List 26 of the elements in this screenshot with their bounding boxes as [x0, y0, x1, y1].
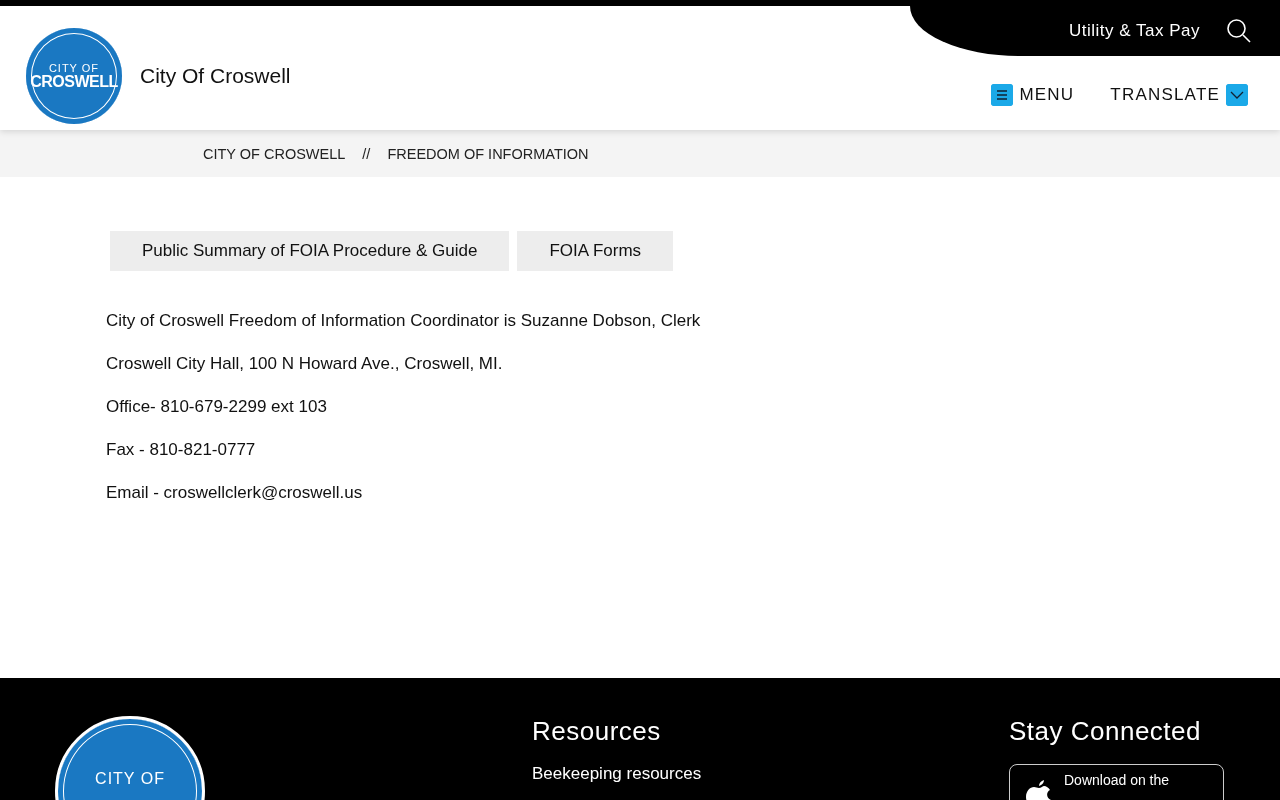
contact-paragraph: Office- 810-679-2299 ext 103 — [106, 396, 328, 418]
city-logo[interactable]: CITY OF CROSWELL — [26, 28, 122, 124]
logo-text: CITY OF — [48, 62, 100, 74]
logo-text: CROSWELL — [30, 73, 118, 90]
app-store-badge[interactable]: Download on the — [1009, 764, 1224, 800]
contact-paragraph: Croswell City Hall, 100 N Howard Ave., Croswell, MI. — [106, 353, 504, 375]
logo-text: CITY OF — [95, 771, 165, 787]
menu-icon — [991, 84, 1014, 106]
breadcrumb-link[interactable]: CITY OF CROSWELL — [203, 145, 346, 162]
footer-heading: Resources — [532, 716, 662, 746]
breadcrumb-link[interactable]: FREEDOM OF INFORMATION — [387, 145, 589, 162]
site-title[interactable]: City Of Croswell — [140, 64, 291, 88]
translate-button[interactable]: TRANSLATE — [1110, 84, 1248, 106]
contact-paragraph: City of Croswell Freedom of Information Coordinator is Suzanne Dobson, Clerk — [106, 310, 702, 332]
menu-button[interactable]: MENU — [991, 84, 1075, 106]
utility-pay-link[interactable]: Utility & Tax Pay — [1069, 21, 1200, 41]
chevron-down-icon — [1226, 84, 1248, 106]
footer-link[interactable]: Beekeeping resources — [532, 764, 702, 783]
contact-paragraph: Email - croswellclerk@croswell.us — [106, 482, 364, 504]
footer-heading: Stay Connected — [1009, 716, 1202, 746]
document-tab-button[interactable]: FOIA Forms — [517, 231, 674, 271]
search-icon[interactable] — [1226, 18, 1252, 44]
city-logo[interactable]: CITY OF — [55, 716, 205, 800]
breadcrumb-separator: // — [362, 145, 371, 162]
document-tab-button[interactable]: Public Summary of FOIA Procedure & Guide — [110, 231, 510, 271]
contact-paragraph: Fax - 810-821-0777 — [106, 439, 257, 461]
